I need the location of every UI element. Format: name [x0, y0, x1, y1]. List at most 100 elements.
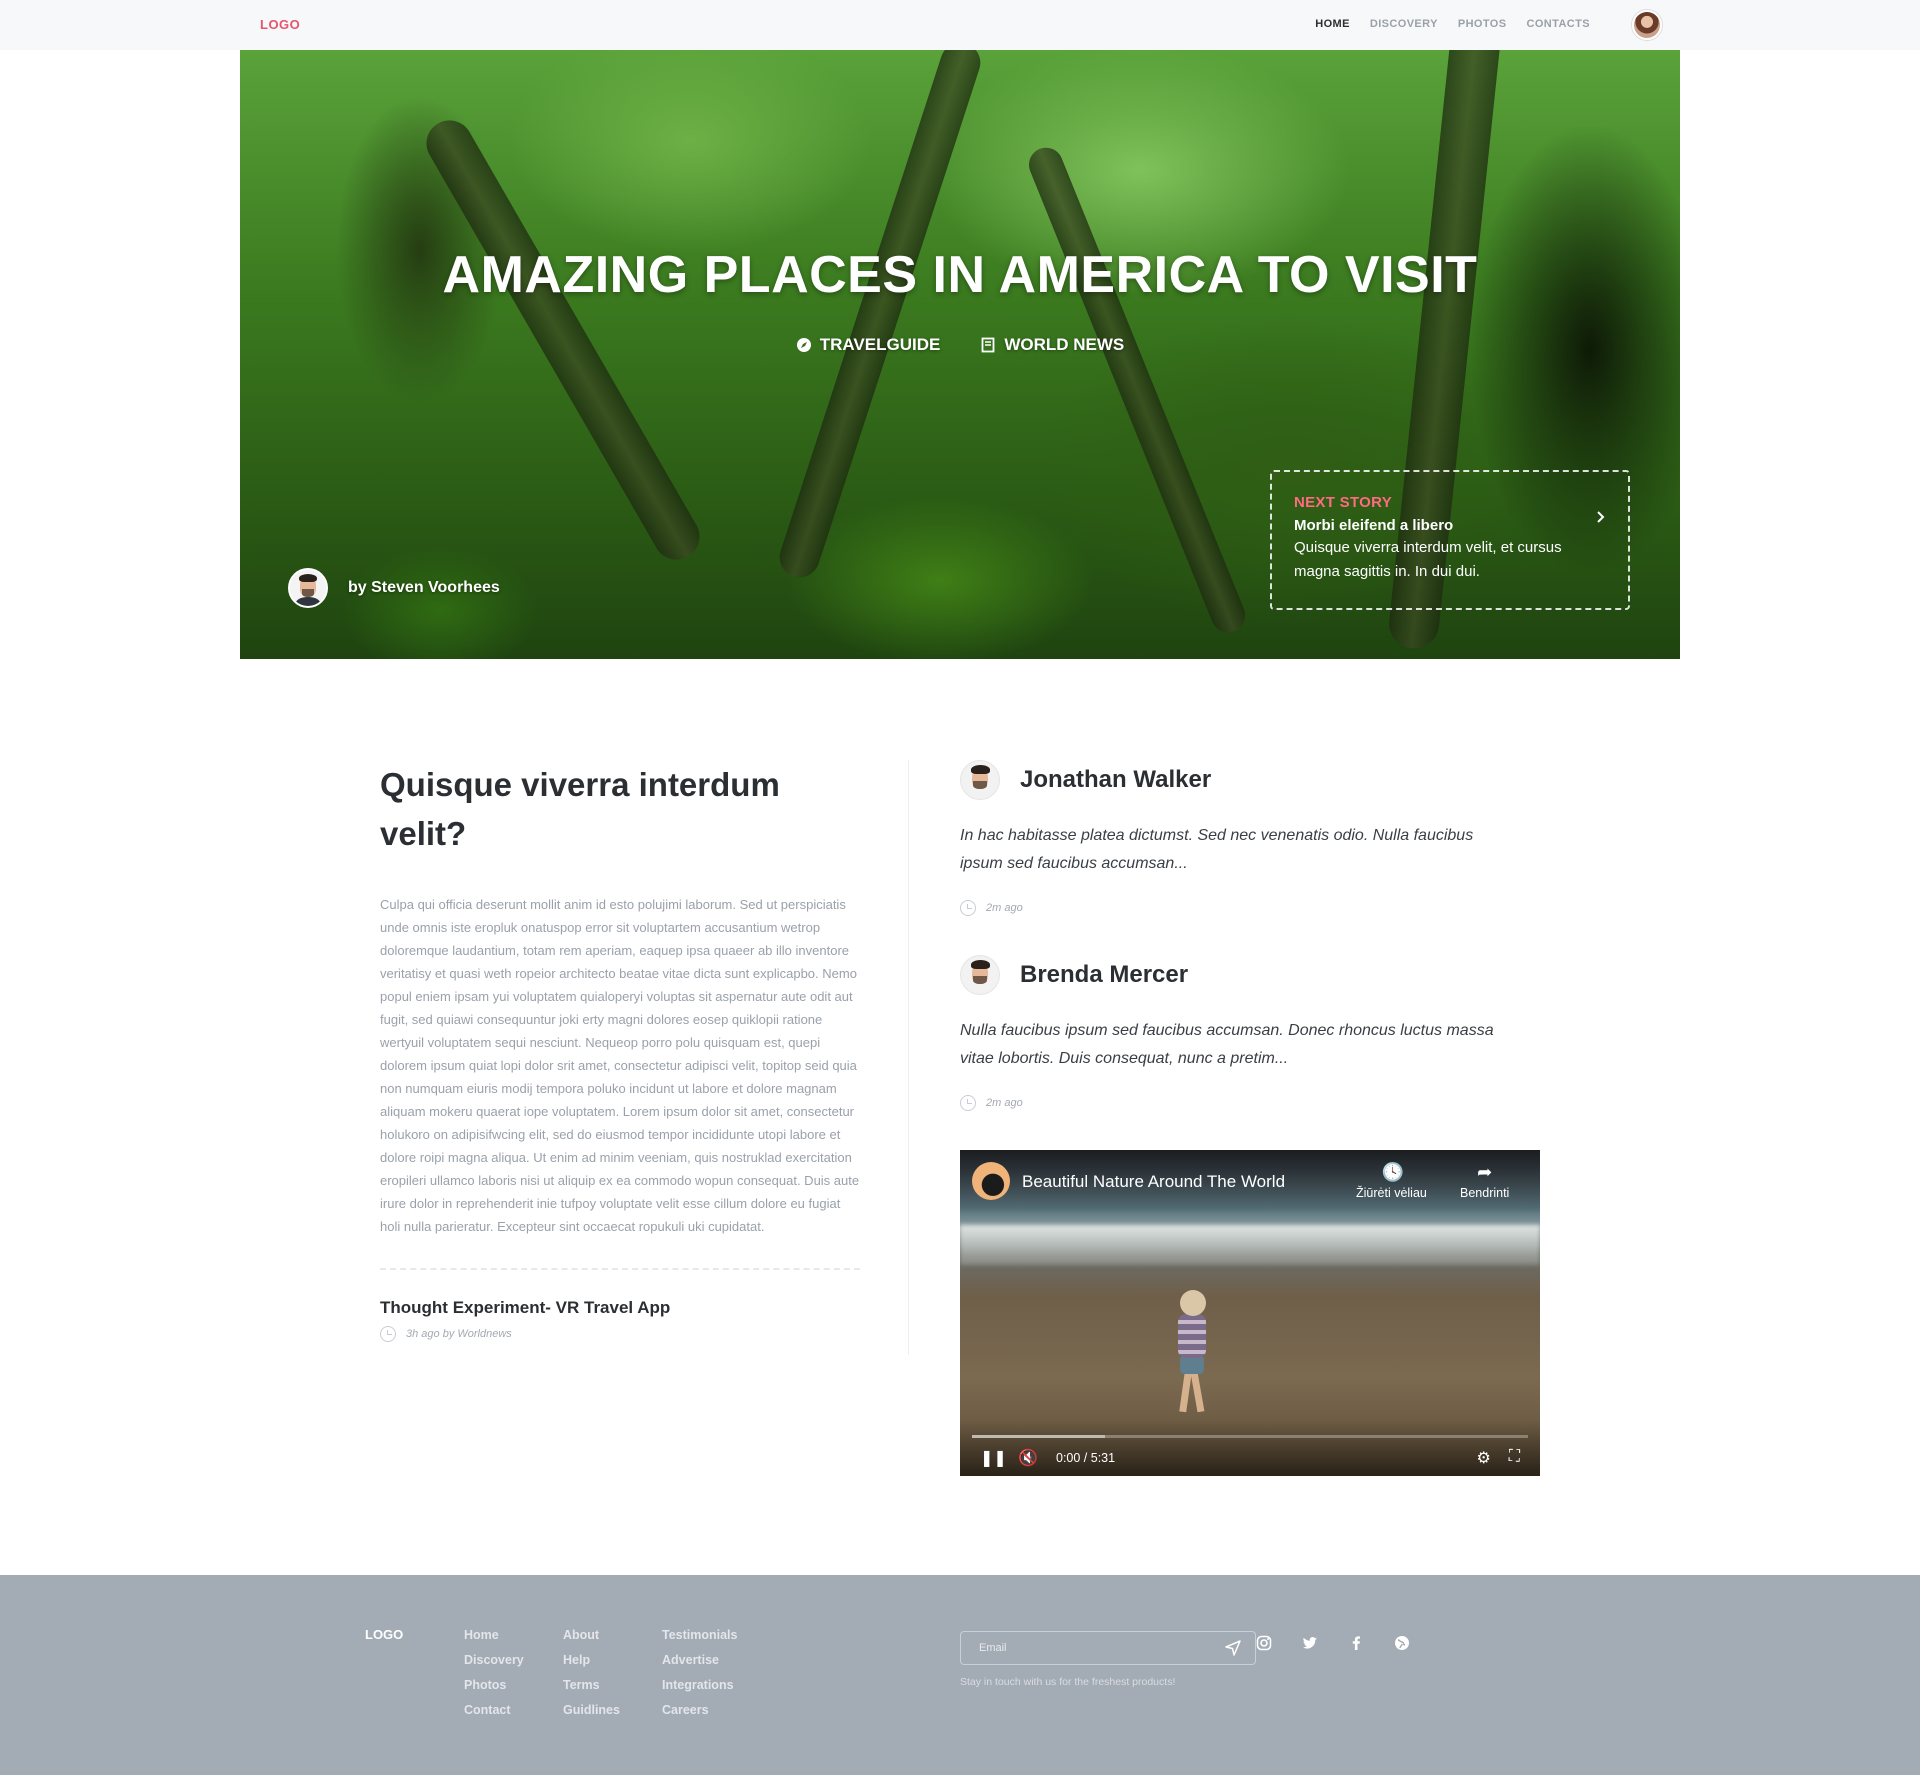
- comment-meta: 2m ago: [960, 900, 1520, 916]
- chevron-right-icon[interactable]: [1596, 510, 1606, 524]
- article-main: Quisque viverra interdum velit? Culpa qu…: [380, 760, 860, 1342]
- category-travelguide[interactable]: TRAVELGUIDE: [796, 335, 941, 355]
- video-frame-surf: [960, 1225, 1540, 1265]
- video-controls-right: ⚙ ⛶: [1476, 1448, 1520, 1468]
- comment: Jonathan Walker In hac habitasse platea …: [960, 760, 1520, 916]
- nav-item-photos[interactable]: PHOTOS: [1458, 18, 1507, 30]
- footer-link-help[interactable]: Help: [563, 1653, 620, 1667]
- footer-link-discovery[interactable]: Discovery: [464, 1653, 524, 1667]
- clock-icon: 🕓: [1381, 1162, 1404, 1182]
- next-story-title: Morbi eleifend a libero: [1294, 517, 1454, 534]
- user-avatar[interactable]: [1632, 10, 1662, 40]
- footer-column: About Help Terms Guidlines: [563, 1628, 620, 1717]
- comment-text: In hac habitasse platea dictumst. Sed ne…: [960, 827, 1474, 872]
- footer-link-terms[interactable]: Terms: [563, 1678, 620, 1692]
- category-label: WORLD NEWS: [1004, 335, 1125, 354]
- facebook-icon[interactable]: [1348, 1635, 1364, 1651]
- commenter-avatar[interactable]: [960, 760, 1000, 800]
- pause-icon[interactable]: ❚❚: [980, 1448, 1007, 1468]
- author-face: [290, 570, 326, 606]
- video-title[interactable]: Beautiful Nature Around The World: [1022, 1172, 1285, 1192]
- nav-item-home[interactable]: HOME: [1315, 18, 1350, 30]
- site-footer: LOGO Home Discovery Photos Contact About…: [0, 1575, 1920, 1775]
- commenter-name[interactable]: Jonathan Walker: [1020, 766, 1211, 794]
- video-controls-left: ❚❚ 🔇 0:00 / 5:31: [980, 1448, 1115, 1468]
- embedded-video-player[interactable]: Beautiful Nature Around The World 🕓 Žiūr…: [960, 1150, 1540, 1476]
- comment-header: Brenda Mercer: [960, 955, 1520, 995]
- article-body: Culpa qui officia deserunt mollit anim i…: [380, 897, 860, 1234]
- footer-link-integrations[interactable]: Integrations: [662, 1678, 737, 1692]
- logo[interactable]: LOGO: [260, 17, 300, 32]
- twitter-icon[interactable]: [1302, 1635, 1318, 1651]
- article-heading: Quisque viverra interdum velit?: [380, 766, 780, 852]
- newsletter-note: Stay in touch with us for the freshest p…: [960, 1676, 1176, 1688]
- next-story-label: NEXT STORY: [1294, 494, 1393, 511]
- author-avatar: [288, 568, 328, 608]
- video-progress-bar[interactable]: [972, 1435, 1528, 1438]
- share-icon: ➦: [1477, 1162, 1493, 1182]
- hero-categories: TRAVELGUIDE WORLD NEWS: [240, 335, 1680, 355]
- fullscreen-icon[interactable]: ⛶: [1509, 1448, 1520, 1468]
- newsletter-email-field: [960, 1631, 1256, 1665]
- globe-icon[interactable]: [1394, 1635, 1410, 1651]
- category-label: TRAVELGUIDE: [819, 335, 941, 354]
- clock-icon: [960, 1095, 976, 1111]
- footer-link-about[interactable]: About: [563, 1628, 620, 1642]
- footer-link-guidlines[interactable]: Guidlines: [563, 1703, 620, 1717]
- related-article-time: 3h ago by Worldnews: [406, 1328, 512, 1340]
- divider: [380, 1268, 860, 1270]
- mute-icon[interactable]: 🔇: [1018, 1448, 1038, 1468]
- commenter-name[interactable]: Brenda Mercer: [1020, 961, 1188, 989]
- hero-title: AMAZING PLACES IN AMERICA TO VISIT: [442, 246, 1478, 304]
- video-time: 0:00 / 5:31: [1056, 1451, 1116, 1465]
- share-label: Bendrinti: [1460, 1186, 1510, 1200]
- share-button[interactable]: ➦ Bendrinti: [1460, 1162, 1509, 1200]
- related-article-title[interactable]: Thought Experiment- VR Travel App: [380, 1298, 860, 1318]
- related-article-meta: 3h ago by Worldnews: [380, 1326, 860, 1342]
- footer-link-photos[interactable]: Photos: [464, 1678, 524, 1692]
- compass-icon: [796, 338, 811, 352]
- send-icon[interactable]: [1225, 1640, 1241, 1656]
- comment-time: 2m ago: [986, 1097, 1023, 1109]
- next-story-text: Quisque viverra interdum velit, et cursu…: [1294, 539, 1562, 580]
- nav-item-contacts[interactable]: CONTACTS: [1527, 18, 1591, 30]
- nav-item-discovery[interactable]: DISCOVERY: [1370, 18, 1438, 30]
- column-divider: [908, 760, 909, 1355]
- footer-link-home[interactable]: Home: [464, 1628, 524, 1642]
- commenter-avatar[interactable]: [960, 955, 1000, 995]
- channel-avatar[interactable]: [972, 1162, 1010, 1200]
- settings-gear-icon[interactable]: ⚙: [1476, 1448, 1490, 1468]
- comment-meta: 2m ago: [960, 1095, 1520, 1111]
- hero-author[interactable]: by Steven Voorhees: [288, 568, 500, 608]
- footer-logo[interactable]: LOGO: [365, 1627, 403, 1642]
- commenter-face: [961, 956, 999, 994]
- comment-text: Nulla faucibus ipsum sed faucibus accums…: [960, 1022, 1494, 1067]
- footer-link-testimonials[interactable]: Testimonials: [662, 1628, 737, 1642]
- main-menu: HOME DISCOVERY PHOTOS CONTACTS: [1315, 18, 1590, 30]
- next-story-card[interactable]: NEXT STORY Morbi eleifend a libero Quisq…: [1270, 470, 1630, 610]
- watch-later-button[interactable]: 🕓 Žiūrėti vėliau: [1356, 1162, 1427, 1200]
- author-name: by Steven Voorhees: [348, 579, 500, 596]
- footer-link-careers[interactable]: Careers: [662, 1703, 737, 1717]
- video-buffer-fill: [972, 1435, 1106, 1438]
- comment-time: 2m ago: [986, 902, 1023, 914]
- social-links: [1256, 1635, 1410, 1651]
- document-icon: [981, 337, 995, 353]
- footer-link-advertise[interactable]: Advertise: [662, 1653, 737, 1667]
- watch-later-label: Žiūrėti vėliau: [1356, 1186, 1427, 1200]
- video-frame-child: [1172, 1290, 1212, 1420]
- clock-icon: [960, 900, 976, 916]
- instagram-icon[interactable]: [1256, 1635, 1272, 1651]
- hero-banner: AMAZING PLACES IN AMERICA TO VISIT TRAVE…: [240, 50, 1680, 659]
- hero-tree-trunk: [774, 50, 986, 583]
- category-world-news[interactable]: WORLD NEWS: [980, 335, 1124, 355]
- comment: Brenda Mercer Nulla faucibus ipsum sed f…: [960, 955, 1520, 1111]
- footer-column: Home Discovery Photos Contact: [464, 1628, 524, 1717]
- commenter-face: [961, 761, 999, 799]
- clock-icon: [380, 1326, 396, 1342]
- footer-column: Testimonials Advertise Integrations Care…: [662, 1628, 737, 1717]
- email-input[interactable]: [979, 1632, 1209, 1664]
- hero-tree-trunk: [1023, 142, 1251, 638]
- footer-link-contact[interactable]: Contact: [464, 1703, 524, 1717]
- comment-header: Jonathan Walker: [960, 760, 1520, 800]
